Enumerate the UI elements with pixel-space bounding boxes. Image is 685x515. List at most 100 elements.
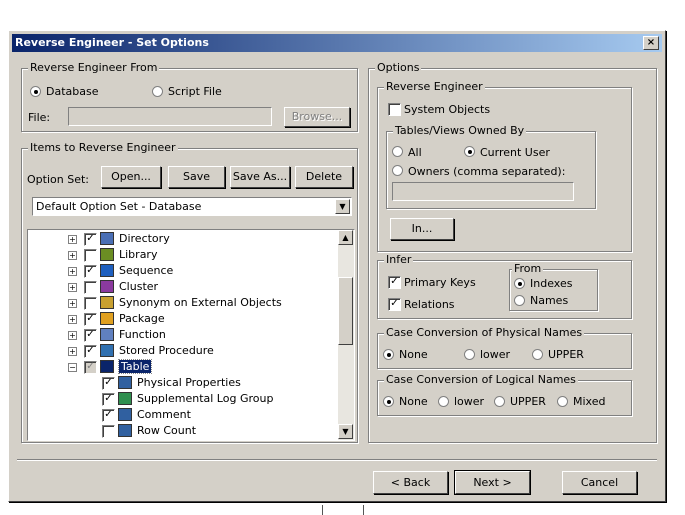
tree-scrollbar[interactable]: ▲ ▼ <box>338 230 354 440</box>
tree-item-checkbox[interactable]: ✓ <box>84 361 97 374</box>
primary-keys-checkbox[interactable]: ✓ <box>388 276 401 289</box>
tree-item-checkbox[interactable] <box>84 249 97 262</box>
package-icon <box>100 312 114 325</box>
indexes-label[interactable]: Indexes <box>530 277 572 290</box>
primary-keys-label[interactable]: Primary Keys <box>404 276 476 289</box>
tree-item[interactable]: + Synonym on External Objects <box>28 295 338 311</box>
physical-upper-label[interactable]: UPPER <box>548 348 584 361</box>
logical-lower-label[interactable]: lower <box>454 395 484 408</box>
current-user-radio[interactable] <box>464 146 475 157</box>
expand-icon[interactable]: + <box>68 299 77 308</box>
chevron-down-icon[interactable]: ▼ <box>335 199 350 214</box>
tree-item-checkbox[interactable]: ✓ <box>84 313 97 326</box>
relations-checkbox[interactable]: ✓ <box>388 298 401 311</box>
tree-item[interactable]: + ✓ Directory <box>28 231 338 247</box>
database-radio[interactable] <box>30 86 41 97</box>
logical-lower-radio[interactable] <box>438 396 449 407</box>
row-count-icon <box>118 424 132 437</box>
tree-item-label: Synonym on External Objects <box>119 296 282 309</box>
in-button[interactable]: In... <box>390 218 454 240</box>
stored-procedure-icon <box>100 344 114 357</box>
options-group: Options Reverse Engineer System Objects … <box>368 61 657 443</box>
open-button[interactable]: Open... <box>101 166 161 188</box>
expand-icon[interactable]: + <box>68 331 77 340</box>
physical-upper-radio[interactable] <box>532 349 543 360</box>
tree-item-checkbox[interactable]: ✓ <box>84 265 97 278</box>
tree-item-checkbox[interactable] <box>84 281 97 294</box>
tree-item-checkbox[interactable] <box>84 297 97 310</box>
scroll-thumb[interactable] <box>338 277 353 345</box>
title-bar[interactable]: Reverse Engineer - Set Options × <box>12 34 662 52</box>
logical-mixed-radio[interactable] <box>557 396 568 407</box>
owners-label[interactable]: Owners (comma separated): <box>408 165 565 178</box>
footer-separator <box>17 459 657 461</box>
all-radio[interactable] <box>392 146 403 157</box>
tree-item-checkbox[interactable] <box>102 425 115 438</box>
tree-item-label: Physical Properties <box>137 376 241 389</box>
tree-item-checkbox[interactable]: ✓ <box>84 329 97 342</box>
script-file-radio[interactable] <box>152 86 163 97</box>
option-set-combo[interactable]: Default Option Set - Database ▼ <box>32 197 352 216</box>
database-label[interactable]: Database <box>46 85 99 98</box>
group-legend: From <box>512 262 544 275</box>
tree-item[interactable]: + Library <box>28 247 338 263</box>
physical-lower-label[interactable]: lower <box>480 348 510 361</box>
tree-item-label: Package <box>119 312 165 325</box>
expand-icon[interactable]: + <box>68 283 77 292</box>
all-label[interactable]: All <box>408 146 422 159</box>
browse-button[interactable]: Browse... <box>284 107 350 127</box>
tree-item[interactable]: + ✓ Sequence <box>28 263 338 279</box>
indexes-radio[interactable] <box>514 278 525 289</box>
file-field[interactable] <box>68 107 272 126</box>
physical-lower-radio[interactable] <box>464 349 475 360</box>
back-button[interactable]: < Back <box>373 471 448 494</box>
tree-item[interactable]: ✓ Physical Properties <box>28 375 338 391</box>
tree-item[interactable]: − ✓ Table <box>28 359 338 375</box>
tree-item-checkbox[interactable]: ✓ <box>102 377 115 390</box>
physical-none-radio[interactable] <box>383 349 394 360</box>
scroll-up-icon[interactable]: ▲ <box>338 230 353 245</box>
next-button[interactable]: Next > <box>454 470 531 495</box>
logical-none-label[interactable]: None <box>399 395 428 408</box>
expand-icon[interactable]: + <box>68 315 77 324</box>
names-radio[interactable] <box>514 295 525 306</box>
tree-item-checkbox[interactable]: ✓ <box>84 345 97 358</box>
system-objects-checkbox[interactable] <box>388 103 401 116</box>
expand-icon[interactable]: + <box>68 267 77 276</box>
collapse-icon[interactable]: − <box>68 363 77 372</box>
tree-item[interactable]: Row Count <box>28 423 338 439</box>
tree-item-checkbox[interactable]: ✓ <box>102 393 115 406</box>
logical-none-radio[interactable] <box>383 396 394 407</box>
tree-item[interactable]: + Cluster <box>28 279 338 295</box>
expand-icon[interactable]: + <box>68 347 77 356</box>
current-user-label[interactable]: Current User <box>480 146 550 159</box>
scroll-down-icon[interactable]: ▼ <box>338 424 353 439</box>
system-objects-label[interactable]: System Objects <box>404 103 490 116</box>
tree-item[interactable]: + ✓ Package <box>28 311 338 327</box>
physical-none-label[interactable]: None <box>399 348 428 361</box>
logical-upper-label[interactable]: UPPER <box>510 395 546 408</box>
owners-radio[interactable] <box>392 165 403 176</box>
function-icon <box>100 328 114 341</box>
tree-item[interactable]: ✓ Supplemental Log Group <box>28 391 338 407</box>
cancel-button[interactable]: Cancel <box>562 471 637 494</box>
delete-button[interactable]: Delete <box>295 166 353 188</box>
save-as-button[interactable]: Save As... <box>230 166 290 188</box>
tree-item[interactable]: ✓ Comment <box>28 407 338 423</box>
save-button[interactable]: Save <box>168 166 225 188</box>
tree-item[interactable]: + ✓ Function <box>28 327 338 343</box>
tree-item[interactable]: + ✓ Stored Procedure <box>28 343 338 359</box>
option-set-label: Option Set: <box>27 173 89 186</box>
close-button[interactable]: × <box>643 36 659 50</box>
names-label[interactable]: Names <box>530 294 568 307</box>
items-tree[interactable]: Row Count ✓ Comment ✓ Supplemental Log Group… <box>27 229 355 441</box>
logical-mixed-label[interactable]: Mixed <box>573 395 605 408</box>
relations-label[interactable]: Relations <box>404 298 455 311</box>
tree-item-checkbox[interactable]: ✓ <box>102 409 115 422</box>
logical-upper-radio[interactable] <box>494 396 505 407</box>
expand-icon[interactable]: + <box>68 235 77 244</box>
script-file-label[interactable]: Script File <box>168 85 222 98</box>
tree-item-checkbox[interactable]: ✓ <box>84 233 97 246</box>
owners-field[interactable] <box>392 182 574 201</box>
expand-icon[interactable]: + <box>68 251 77 260</box>
